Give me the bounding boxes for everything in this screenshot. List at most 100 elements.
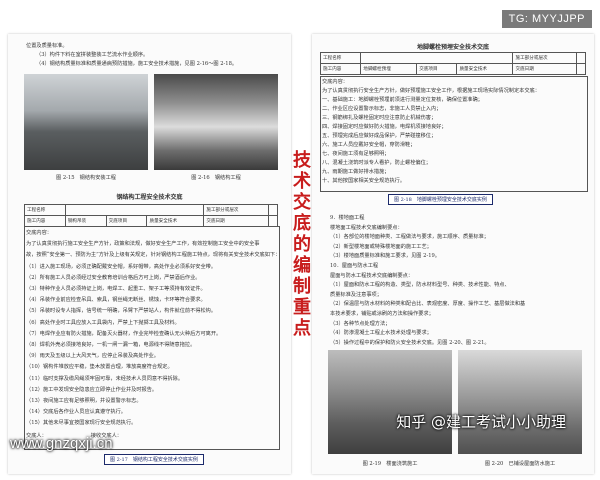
floor-pour-photo	[328, 350, 452, 454]
zhihu-watermark: 知乎 @建工考试小小助理	[396, 413, 566, 431]
text-line: （1）各部位的楼地面种类、工程做法与要求，施工顺序、质量标准；	[330, 234, 489, 241]
form-cell: 钢构吊装	[64, 215, 107, 227]
text-line: 交底内容：	[322, 79, 348, 85]
form-cell	[576, 52, 586, 64]
center-title-char: 底	[293, 213, 311, 234]
anchor-bolt-content-box: 交底内容： 为了认真贯彻执行安全生产方针，做好预埋施工安全工作，根据施工现场实际情…	[320, 76, 588, 192]
form-cell: 交底日期	[512, 63, 578, 75]
center-title: 技术交底的编制重点	[291, 150, 313, 339]
form-cell: 工程名称	[24, 204, 66, 216]
text-line: （3）楼地面质量标准和施工要求，见图 2-19。	[330, 253, 440, 260]
anchor-bolt-form-header: 工程名称 施工部分或层次 施工内容 地脚螺栓预埋 交底项目 质量安全技术 交底日…	[319, 52, 586, 75]
center-title-char: 点	[293, 318, 311, 339]
text-line: （7）电焊作业应有防火措施，配备灭火器材，作业完毕检查确认无火种后方可离开。	[26, 330, 222, 337]
text-line: （5）操作过程中的保护和防火安全技术交底。见图 2-20、图 2-21。	[330, 339, 490, 346]
form-cell: 地脚螺栓预埋	[360, 63, 418, 75]
text-line: （15）其他未尽事宜按国家现行安全规范执行。	[26, 420, 137, 427]
telegram-badge: TG: MYYJJPP	[501, 10, 592, 28]
text-line: （11）临时支撑及缆风绳须牢固可靠，未经技术人员同意不得拆除。	[26, 375, 184, 382]
text-line: （6）高处作业时工具应放入工具袋内，严禁上下抛掷工具及材料。	[26, 319, 180, 326]
text-line: （4）吊装作业前应检查吊具、索具，钢丝绳无断丝、锈蚀，卡环等符合要求。	[26, 297, 206, 304]
figure-caption: 图 2-15 钢结构安装工程	[56, 175, 116, 181]
form-title: 地脚螺栓预埋安全技术交底	[416, 44, 489, 51]
text-line: 本技术要求，铺贴或涂刷的方法和操作要求；	[330, 310, 434, 317]
text-line: 为了认真贯彻执行安全生产方针，做好预埋施工安全工作，根据施工现场实际情况制定本交…	[322, 88, 540, 94]
form-cell	[64, 204, 205, 216]
text-line: 10．屋面与防水工程	[330, 262, 379, 269]
form-cell: 施工部分或层次	[512, 52, 578, 64]
steel-hall-photo	[154, 74, 278, 170]
text-line: 为了认真贯彻执行施工安全生产方针，政策和法规，做好安全生产工作，有效控制施工安全…	[26, 241, 260, 248]
text-line: （12）施工中发现安全隐患应立即停止作业并及时报告。	[26, 386, 158, 393]
right-book-page: 地脚螺栓预埋安全技术交底 工程名称 施工部分或层次 施工内容 地脚螺栓预埋 交底…	[312, 34, 594, 474]
form-cell: 施工部分或层次	[203, 204, 270, 216]
form-cell: 质量安全技术	[456, 63, 514, 75]
form-cell: 施工内容	[319, 63, 362, 75]
center-title-char: 交	[293, 192, 311, 213]
center-title-char: 制	[293, 276, 311, 297]
steel-structure-photo	[24, 74, 148, 170]
form-cell	[268, 204, 278, 216]
text-line: 四、焊接固定时应做好防火措施，电焊机须接地良好；	[322, 124, 447, 130]
text-line: 楼地面工程技术交底编制要点：	[330, 224, 403, 231]
text-line: 9．楼地面工程	[330, 215, 365, 221]
figure-caption-boxed: 图 2-17 钢结构工程安全技术交底实例	[104, 454, 204, 465]
text-line: （1）屋面和防水工程的构造、类型，防水材料型号、种类、技术性能、特点、	[330, 282, 510, 289]
text-line: （2）保温层与防水材料的种类和配合比、表观密度、厚度、操作工艺、基层做法和基	[330, 301, 526, 308]
intro-line: （3）构件下料在室拼装整装工艺流水作业顺序。	[36, 52, 149, 58]
text-line: 二、作业区应设置警示标志，非施工人员禁止入内；	[322, 106, 442, 112]
figure-caption-boxed: 图 2-18 地脚螺栓预埋安全技术交底实例	[388, 194, 493, 205]
roof-waterproof-photo	[458, 350, 582, 454]
form-title: 钢结构工程安全技术交底	[116, 194, 183, 201]
text-line: （14）交底后各作业人员应认真遵守执行。	[26, 409, 126, 416]
center-title-char: 编	[293, 255, 311, 276]
anchor-bolt-body: 交底内容： 为了认真贯彻执行安全生产方针，做好预埋施工安全工作，根据施工现场实际情…	[322, 78, 586, 186]
text-line: 五、预埋完成后应做好成品保护，严禁碰撞移位；	[322, 133, 437, 139]
intro-line: （4）钢结构质量标准和质量通病预防措施，施工安全技术措施，见图 2-16～图 2…	[36, 61, 238, 67]
text-line: 六、施工人员应戴好安全帽，穿防滑鞋；	[322, 142, 416, 148]
text-line: 七、夜间施工须有足够照明；	[322, 151, 390, 157]
handover-content-box: 交底内容： 为了认真贯彻执行施工安全生产方针，政策和法规，做好安全生产工作，有效控…	[24, 226, 280, 450]
text-line: （3）特种作业人员必须持证上岗，电焊工、起重工、架子工等须持有效证件。	[26, 286, 206, 293]
figure-caption: 图 2-16 钢结构工程	[191, 175, 241, 181]
text-line: （3）各种节点处理方法；	[330, 320, 391, 327]
text-line: （5）吊装时设专人指挥，信号统一明确，吊臂下严禁站人，构件就位前不得松钩。	[26, 308, 217, 315]
form-cell	[268, 215, 278, 227]
text-line: 十、其他按国家相关安全规范执行。	[322, 178, 406, 184]
form-cell: 交底日期	[203, 215, 270, 227]
form-cell: 交底项目	[105, 215, 148, 227]
handover-body: 交底内容： 为了认真贯彻执行施工安全生产方针，政策和法规，做好安全生产工作，有效控…	[26, 228, 280, 430]
text-line: 交底内容：	[26, 230, 52, 236]
form-cell: 质量安全技术	[146, 215, 205, 227]
text-line: （4）防渗混凝土工程止水技术处理与要求；	[330, 330, 432, 337]
figure-caption: 图 2-19 楼面浇筑施工	[362, 461, 418, 467]
text-line: （2）所有施工人员必须经过安全教育培训合格后方可上岗，严禁酒后作业。	[26, 274, 201, 281]
intro-line: 位置及质量标准。	[26, 43, 68, 49]
center-title-char: 的	[293, 234, 311, 255]
section-text: 9．楼地面工程楼地面工程技术交底编制要点： （1）各部位的楼地面种类、工程做法与要…	[330, 214, 586, 348]
form-cell: 交底项目	[416, 63, 458, 75]
text-line: （2）新型楼地面或特殊楼地面的施工工艺；	[330, 243, 432, 250]
text-line: （1）进入施工现场，必须正确配戴安全帽，系好帽带，高处作业必须系好安全带。	[26, 263, 217, 270]
form-cell	[360, 52, 514, 64]
text-line: 三、钢筋绑扎及螺栓固定时应注意防止机械伤害；	[322, 115, 437, 121]
text-line: 一、基础施工：地脚螺栓预埋前须进行测量定位复核，确保位置准确；	[322, 97, 483, 103]
text-line: （10）钢构件堆放应平稳，垫木放置合理，堆放高度符合规定。	[26, 364, 173, 371]
text-line: 九、雨期施工做好排水措施；	[322, 169, 390, 175]
left-book-page: 位置及质量标准。 （3）构件下料在室拼装整装工艺流水作业顺序。 （4）钢结构质量…	[8, 34, 291, 474]
text-line: （9）雨天及五级以上大风天气，应停止吊装及高处作业。	[26, 353, 159, 360]
site-footer-url: www.gnzqxji.cn	[10, 435, 113, 452]
form-cell: 施工内容	[24, 215, 66, 227]
text-line: 质量标准及注意事项；	[330, 291, 382, 298]
text-line: 八、混凝土浇筑时派专人看护，防止螺栓偏位；	[322, 160, 431, 166]
form-cell	[576, 63, 586, 75]
figure-caption: 图 2-20 已铺设屋面防水施工	[484, 461, 556, 467]
text-line: 故，按照“安全第一、预防为主”方针及上级有关规定，针对钢结构工程施工特点，现将有…	[26, 252, 280, 259]
handover-form-header: 工程名称 施工部分或层次 施工内容 钢构吊装 交底项目 质量安全技术 交底日期	[24, 204, 278, 227]
form-cell: 工程名称	[319, 52, 362, 64]
center-title-char: 技	[293, 150, 311, 171]
center-title-char: 重	[293, 297, 311, 318]
text-line: （8）焊机外壳必须接地良好，一机一闸一漏一箱，电源线不得随意拖拉。	[26, 342, 196, 349]
text-line: 屋面与防水工程技术交底编制要点：	[330, 272, 414, 279]
text-line: （13）夜间施工应有足够照明，并设置警示标志。	[26, 398, 142, 405]
